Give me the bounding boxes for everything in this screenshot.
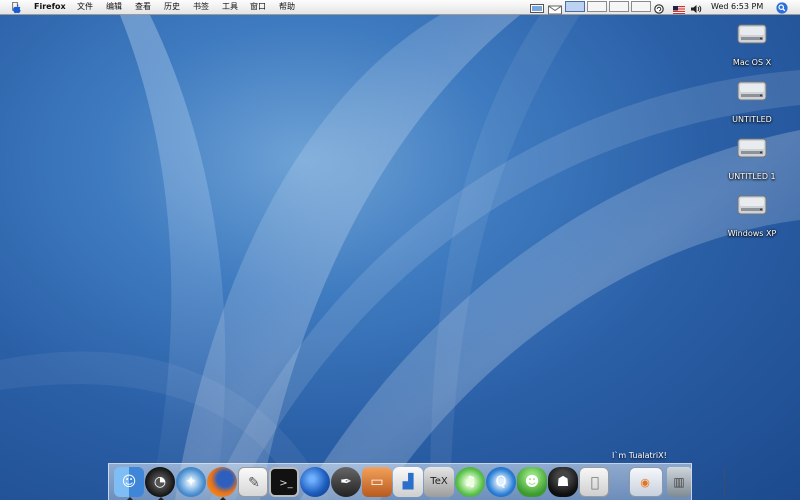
dock-textedit-icon[interactable]: ✎ — [238, 467, 268, 497]
hard-drive-icon — [737, 24, 767, 44]
menu-file[interactable]: 文件 — [77, 0, 93, 14]
dock-keynote-icon[interactable]: ▭ — [362, 467, 392, 497]
desktop-icon-label: Mac OS X — [732, 58, 772, 67]
menu-app-name[interactable]: Firefox — [34, 0, 66, 14]
menu-window[interactable]: 窗口 — [250, 0, 266, 14]
space-4-box[interactable] — [631, 1, 651, 12]
dock-spy-icon[interactable]: ☗ — [548, 467, 578, 497]
dock-terminal-icon[interactable]: >_ — [269, 467, 299, 497]
desktop-icon-macosx[interactable]: Mac OS X — [717, 22, 787, 69]
flag-icon[interactable] — [673, 3, 685, 17]
dock-grapher-icon[interactable]: ▟ — [393, 467, 423, 497]
dock-trash-icon[interactable]: ▥ — [667, 467, 691, 497]
hard-drive-icon — [737, 195, 767, 215]
dock-separator — [724, 468, 725, 497]
sync-icon[interactable] — [654, 2, 664, 16]
hard-drive-icon — [737, 81, 767, 101]
dock-quicktime-icon[interactable]: Q — [486, 467, 516, 497]
menu-edit[interactable]: 编辑 — [106, 0, 122, 14]
desktop-icon-label: Windows XP — [727, 229, 777, 238]
dock-safari-icon[interactable]: ✦ — [176, 467, 206, 497]
dock-about-this-mac-icon[interactable]:  — [579, 467, 609, 497]
dock-dashboard-icon[interactable]: ◔ — [145, 467, 175, 500]
desktop-icon-label: UNTITLED 1 — [728, 172, 776, 181]
dock-itunes-icon[interactable]: ♫ — [455, 467, 485, 497]
dock-firefox-icon[interactable] — [207, 467, 237, 500]
menu-bar:  Firefox 文件 编辑 查看 历史 书签 工具 窗口 帮助 — [0, 0, 800, 15]
menu-clock[interactable]: Wed 6:53 PM — [711, 0, 763, 14]
menu-help[interactable]: 帮助 — [279, 0, 295, 14]
menu-bookmarks[interactable]: 书签 — [193, 0, 209, 14]
dock-inkscape-icon[interactable]: ✒ — [331, 467, 361, 497]
spotlight-icon[interactable] — [776, 1, 788, 15]
hard-drive-icon — [737, 138, 767, 158]
menu-view[interactable]: 查看 — [135, 0, 151, 14]
desktop-icon-untitled-1[interactable]: UNTITLED 1 — [717, 136, 787, 183]
dock-tooltip: I`m TualatriX! — [612, 451, 667, 460]
desktop-icon-label: UNTITLED — [732, 115, 772, 124]
wallpaper-waves — [0, 15, 800, 500]
dock-finder-icon[interactable]: ☺ — [114, 467, 144, 500]
desktop-icon-untitled[interactable]: UNTITLED — [717, 79, 787, 126]
menu-tools[interactable]: 工具 — [222, 0, 238, 14]
space-2-box[interactable] — [587, 1, 607, 12]
dock-adium-icon[interactable]: ☻ — [517, 467, 547, 497]
volume-icon[interactable] — [691, 2, 702, 16]
display-icon[interactable] — [530, 2, 544, 16]
desktop-icon-windows-xp[interactable]: Windows XP — [717, 193, 787, 240]
mail-icon[interactable] — [548, 3, 562, 17]
apple-logo-icon[interactable] — [11, 2, 22, 16]
dock-firefox-window-icon[interactable]: ◉ — [629, 467, 663, 497]
menu-history[interactable]: 历史 — [164, 0, 180, 14]
dock-latex-icon[interactable]: TeX — [424, 467, 454, 497]
desktop[interactable]:  Firefox 文件 编辑 查看 历史 书签 工具 窗口 帮助 — [0, 0, 800, 500]
space-3-box[interactable] — [609, 1, 629, 12]
dock: ☺ ◔ ✦ ✎ >_ ✒ ▭ ▟ TeX ♫ Q ☻ ☗  ◉ ▥ — [108, 463, 725, 500]
dock-google-earth-icon[interactable] — [300, 467, 330, 497]
space-1-box[interactable] — [565, 1, 585, 12]
